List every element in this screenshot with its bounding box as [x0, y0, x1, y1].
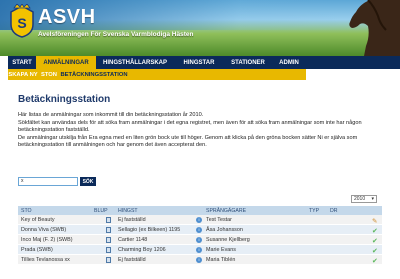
info-icon[interactable]: i	[196, 236, 202, 243]
page-title: Betäckningsstation	[18, 94, 111, 105]
cell-sto[interactable]: Key of Beauty	[21, 217, 55, 223]
cell-agare: Åsa Johansson	[206, 227, 243, 233]
cell-sto[interactable]: Prada (SWB)	[21, 247, 53, 253]
table-row[interactable]: Prada (SWB) Charming Boy 1206 i Marie Evans…	[18, 245, 382, 255]
nav-stationer[interactable]: STATIONER	[224, 56, 272, 69]
subnav-betackningsstation[interactable]: BETÄCKNINGSSTATION	[60, 69, 128, 80]
brand-name[interactable]: ASVH	[38, 6, 96, 29]
table-row[interactable]: Tillies Tevlanossa xx Ej fastställd i Maria…	[18, 255, 382, 265]
cell-hingst: Sellagio (ex Bilkeen) 1195	[118, 227, 181, 233]
nav-anmalningar[interactable]: ANMÄLNINGAR	[36, 56, 96, 69]
description-line-3: De anmälningar utskilja från Era egna me…	[18, 134, 358, 149]
col-sprangagare[interactable]: SPRÅNGÄGARE	[206, 208, 246, 214]
logo-shield-icon[interactable]: S	[8, 4, 36, 38]
cell-agare: Maria Tiblén	[206, 257, 236, 263]
check-icon[interactable]: ✔	[372, 237, 378, 245]
nav-start[interactable]: START	[8, 56, 36, 69]
table-header: STO BLUP HINGST SPRÅNGÄGARE TYP DR	[18, 206, 382, 215]
search-input[interactable]: x	[18, 177, 78, 186]
chevron-down-icon: ▾	[371, 196, 374, 202]
pencil-icon[interactable]: ✎	[372, 217, 377, 225]
document-icon[interactable]	[106, 237, 111, 243]
cell-hingst: Ej fastställd	[118, 257, 146, 263]
description-line-2: Sökfältet kan användas dels för att söka…	[18, 119, 362, 134]
table-row[interactable]: Key of Beauty Ej fastställd i Test Testar ✎	[18, 215, 382, 225]
svg-text:S: S	[17, 15, 26, 31]
document-icon[interactable]	[106, 257, 111, 263]
search-button[interactable]: SÖK	[80, 177, 96, 186]
subnav-ston[interactable]: STON	[38, 69, 60, 80]
check-icon[interactable]: ✔	[372, 257, 378, 265]
sub-nav: SKAPA NY STON BETÄCKNINGSSTATION	[8, 69, 306, 80]
col-hingst[interactable]: HINGST	[118, 208, 138, 214]
subnav-skapa-ny[interactable]: SKAPA NY	[8, 69, 38, 80]
cell-agare: Susanne Kjellberg	[206, 237, 250, 243]
check-icon[interactable]: ✔	[372, 227, 378, 235]
info-icon[interactable]: i	[196, 226, 202, 233]
cell-agare: Marie Evans	[206, 247, 236, 253]
year-value: 2010	[354, 196, 366, 202]
page-description: Här listas de anmälningar som inkommit t…	[18, 112, 382, 150]
cell-hingst: Ej fastställd	[118, 217, 146, 223]
document-icon[interactable]	[106, 247, 111, 253]
col-typ[interactable]: TYP	[309, 208, 319, 214]
nav-hingsthallarskap[interactable]: HINGSTHÅLLARSKAP	[96, 56, 174, 69]
table-row[interactable]: Donna Viva (SWB) Sellagio (ex Bilkeen) 11…	[18, 225, 382, 235]
description-line-1: Här listas de anmälningar som inkommit t…	[18, 112, 204, 118]
cell-sto[interactable]: Inco Maj (F. 2) (SWB)	[21, 237, 73, 243]
table-row[interactable]: Inco Maj (F. 2) (SWB) Cartier 1148 i Susann…	[18, 235, 382, 245]
year-select[interactable]: 2010 ▾	[351, 195, 377, 203]
nav-admin[interactable]: ADMIN	[272, 56, 306, 69]
document-icon[interactable]	[106, 217, 111, 223]
cell-sto[interactable]: Donna Viva (SWB)	[21, 227, 66, 233]
col-dr[interactable]: DR	[330, 208, 338, 214]
info-icon[interactable]: i	[196, 246, 202, 253]
col-sto[interactable]: STO	[21, 208, 32, 214]
main-nav-filler	[306, 56, 400, 69]
header-banner: S ASVH Avelsföreningen För Svenska Varmb…	[0, 0, 400, 56]
info-icon[interactable]: i	[196, 216, 202, 223]
main-nav: START ANMÄLNINGAR HINGSTHÅLLARSKAP HINGS…	[8, 56, 306, 69]
horse-image	[349, 0, 400, 56]
check-icon[interactable]: ✔	[372, 247, 378, 255]
brand-subtitle: Avelsföreningen För Svenska Varmblodiga …	[38, 31, 194, 38]
content-panel: Betäckningsstation Här listas de anmälni…	[8, 80, 392, 279]
cell-sto[interactable]: Tillies Tevlanossa xx	[21, 257, 70, 263]
nav-hingstar[interactable]: HINGSTAR	[174, 56, 224, 69]
document-icon[interactable]	[106, 227, 111, 233]
cell-agare: Test Testar	[206, 217, 232, 223]
col-blup[interactable]: BLUP	[94, 208, 108, 214]
cell-hingst: Charming Boy 1206	[118, 247, 166, 253]
cell-hingst: Cartier 1148	[118, 237, 148, 243]
info-icon[interactable]: i	[196, 256, 202, 263]
